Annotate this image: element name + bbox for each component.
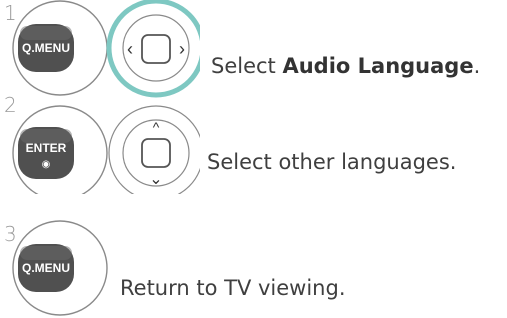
- instruction-suffix: .: [473, 54, 481, 78]
- audio-language-label: Audio Language: [282, 54, 474, 78]
- step-2-instruction: Select other languages.: [207, 150, 457, 174]
- q-menu-key-label: Q.MENU: [22, 41, 70, 55]
- instruction-text: Select: [211, 54, 283, 78]
- chevron-up-icon: ^: [153, 119, 160, 135]
- q-menu-key[interactable]: Q.MENU: [12, 220, 108, 316]
- nav-pad-left-right[interactable]: ‹ ›: [106, 0, 200, 98]
- enter-dot-icon: ◉: [42, 159, 51, 170]
- step-1-instruction: Select Audio Language.: [211, 54, 480, 78]
- step-3-remote-keys: Q.MENU: [12, 220, 108, 316]
- chevron-left-icon: ‹: [127, 39, 133, 59]
- chevron-right-icon: ›: [179, 39, 185, 59]
- chevron-down-icon: ⌄: [149, 171, 162, 188]
- step-1-remote-keys: Q.MENU ‹ ›: [12, 0, 200, 98]
- enter-key-label: ENTER: [26, 141, 67, 155]
- step-2-remote-keys: ENTER ◉ ^ ⌄: [12, 105, 200, 194]
- nav-pad-up-down[interactable]: ^ ⌄: [108, 105, 200, 194]
- step-3-instruction: Return to TV viewing.: [120, 276, 346, 300]
- q-menu-key-label: Q.MENU: [22, 261, 70, 275]
- enter-key[interactable]: ENTER ◉: [12, 105, 108, 194]
- q-menu-key[interactable]: Q.MENU: [12, 0, 108, 96]
